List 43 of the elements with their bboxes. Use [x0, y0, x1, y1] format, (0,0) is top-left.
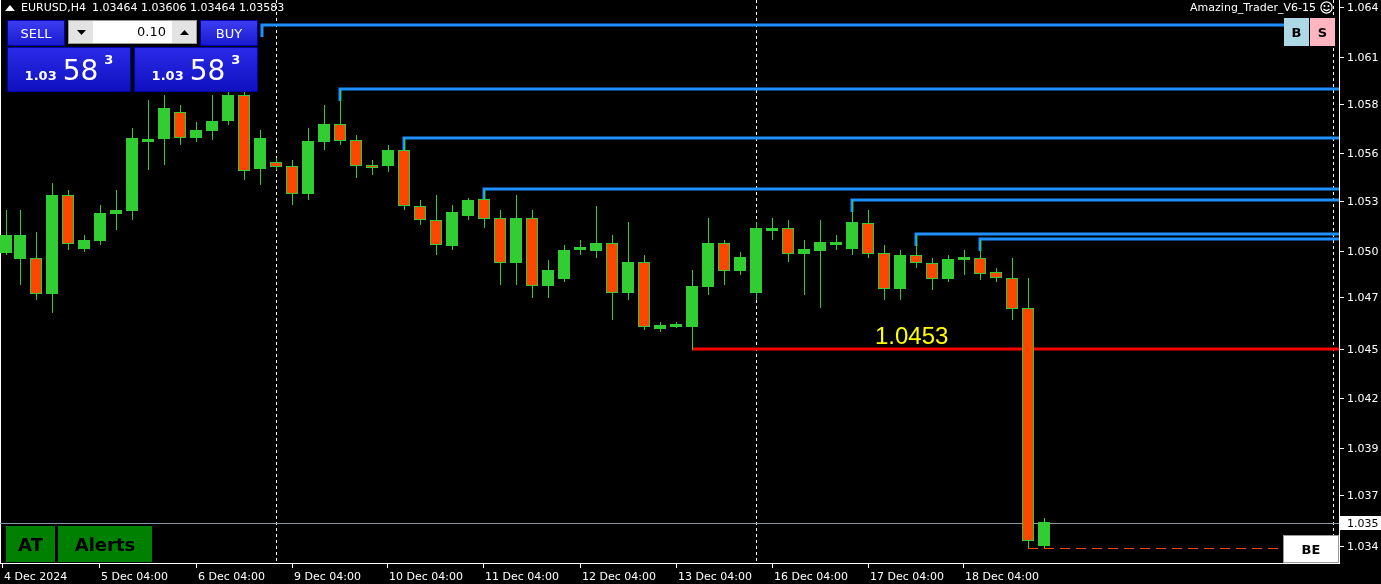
price-level-label: 1.0453 [875, 322, 949, 349]
price-axis-label: 1.058 [1347, 98, 1379, 111]
price-axis-label: 1.037 [1347, 489, 1379, 502]
sell-button[interactable]: SELL [7, 20, 65, 46]
time-axis-label: 16 Dec 04:00 [774, 570, 848, 583]
time-axis-label: 18 Dec 04:00 [965, 570, 1039, 583]
price-axis-label: 1.053 [1347, 195, 1379, 208]
lot-size-spinner[interactable]: 0.10 [68, 20, 197, 44]
buy-signal-button[interactable]: B [1284, 18, 1309, 46]
break-even-button[interactable]: BE [1283, 535, 1339, 563]
increase-icon[interactable] [179, 29, 189, 35]
time-axis-label: 6 Dec 04:00 [198, 570, 265, 583]
collapse-icon[interactable] [5, 4, 15, 11]
at-button[interactable]: AT [6, 526, 55, 562]
price-axis-label: 1.061 [1347, 51, 1379, 64]
time-axis-label: 11 Dec 04:00 [485, 570, 559, 583]
price-axis-label: 1.042 [1347, 392, 1379, 405]
current-price-tag: 1.035 [1340, 516, 1381, 530]
decrease-icon[interactable] [76, 29, 86, 35]
price-axis-label: 1.064 [1347, 1, 1379, 14]
lot-value: 0.10 [136, 23, 167, 41]
sell-signal-button[interactable]: S [1310, 18, 1335, 46]
indicator-name: Amazing_Trader_V6-15 [1190, 1, 1316, 14]
price-axis-label: 1.047 [1347, 291, 1379, 304]
time-axis-label: 9 Dec 04:00 [294, 570, 361, 583]
price-axis-label: 1.056 [1347, 147, 1379, 160]
alerts-button[interactable]: Alerts [58, 526, 152, 562]
buy-button[interactable]: BUY [200, 20, 258, 46]
time-axis-label: 10 Dec 04:00 [389, 570, 463, 583]
price-axis-label: 1.034 [1347, 540, 1379, 553]
price-axis-label: 1.050 [1347, 245, 1379, 258]
price-axis-label: 1.045 [1347, 343, 1379, 356]
buy-price-button[interactable]: 1.03 58 3 [134, 47, 258, 92]
chart-quotes: 1.03464 1.03606 1.03464 1.03583 [91, 1, 285, 14]
chart-symbol: EURUSD,H4 [21, 1, 86, 14]
price-axis-label: 1.039 [1347, 442, 1379, 455]
sell-price-button[interactable]: 1.03 58 3 [7, 47, 131, 92]
time-axis-label: 5 Dec 04:00 [101, 570, 168, 583]
time-axis-label: 12 Dec 04:00 [582, 570, 656, 583]
time-axis-label: 17 Dec 04:00 [870, 570, 944, 583]
smiley-icon [1320, 1, 1333, 14]
time-axis-label: 13 Dec 04:00 [678, 570, 752, 583]
time-axis-label: 4 Dec 2024 [4, 570, 68, 583]
